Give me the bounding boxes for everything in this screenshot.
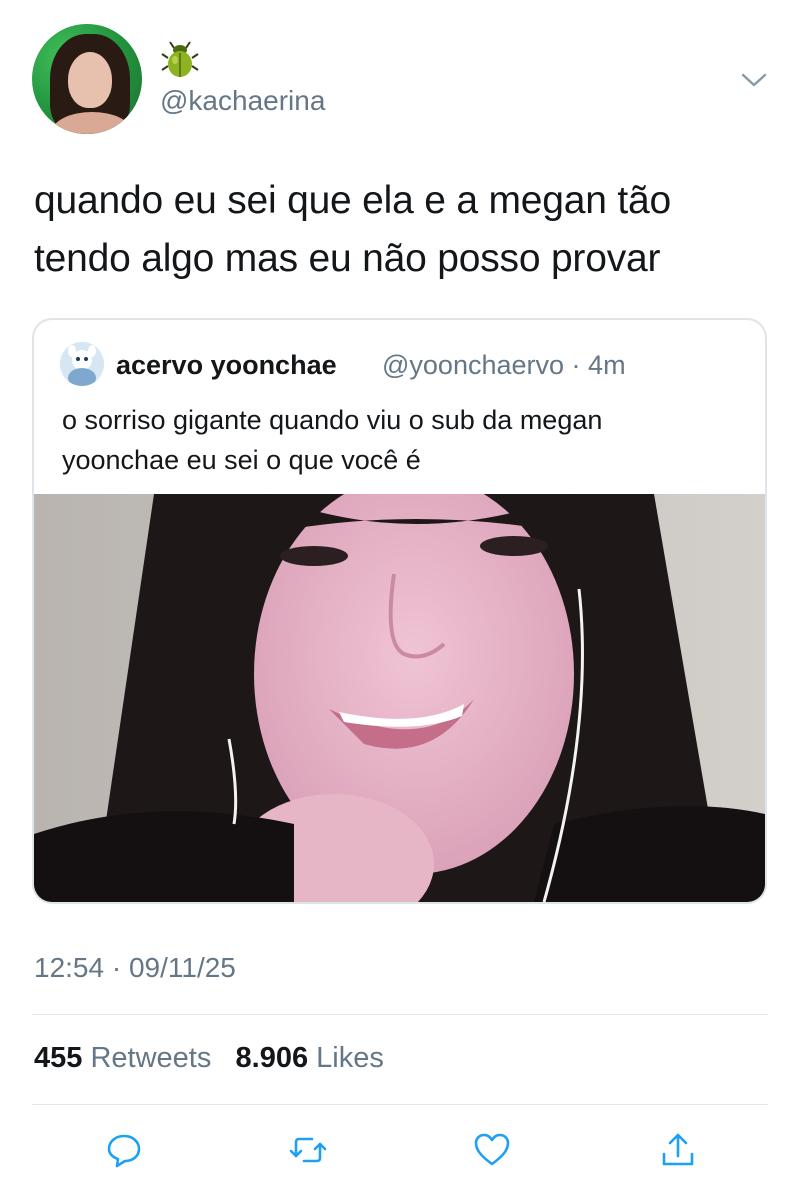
tweet-time: 12:54 bbox=[34, 952, 105, 983]
divider bbox=[32, 1014, 768, 1015]
likes-stat[interactable]: 8.906 Likes bbox=[236, 1042, 384, 1074]
separator-dot: · bbox=[111, 952, 122, 983]
quoted-avatar bbox=[60, 342, 104, 386]
retweet-icon[interactable] bbox=[288, 1130, 328, 1170]
retweets-count: 455 bbox=[34, 1042, 83, 1074]
quoted-text: o sorriso gigante quando viu o sub da me… bbox=[62, 400, 752, 480]
photo-illustration bbox=[34, 494, 765, 902]
author-avatar[interactable] bbox=[32, 24, 142, 134]
quoted-text-line: o sorriso gigante quando viu o sub da me… bbox=[62, 405, 603, 435]
share-icon[interactable] bbox=[658, 1130, 698, 1170]
tweet-timestamp: 12:54 · 09/11/25 bbox=[34, 952, 236, 984]
quoted-author-handle: @yoonchaervo bbox=[382, 350, 565, 380]
like-icon[interactable] bbox=[472, 1130, 512, 1170]
tweet-text: quando eu sei que ela e a megan tão tend… bbox=[34, 172, 774, 288]
avatar-face bbox=[68, 52, 112, 108]
divider bbox=[32, 1104, 768, 1105]
chevron-down-icon[interactable] bbox=[740, 70, 768, 90]
quoted-age: 4m bbox=[588, 350, 626, 380]
retweets-label: Retweets bbox=[90, 1042, 212, 1074]
separator-dot: · bbox=[571, 350, 581, 380]
tweet-text-line: quando eu sei que ela e a megan tão bbox=[34, 179, 672, 222]
tweet-stats: 455 Retweets 8.906 Likes bbox=[34, 1042, 384, 1075]
author-handle[interactable]: @kachaerina bbox=[160, 84, 325, 118]
likes-count: 8.906 bbox=[235, 1042, 309, 1074]
likes-label: Likes bbox=[316, 1042, 384, 1074]
quoted-text-line: yoonchae eu sei o que você é bbox=[62, 445, 421, 475]
tweet-date: 09/11/25 bbox=[128, 952, 236, 983]
retweets-stat[interactable]: 455 Retweets bbox=[34, 1042, 219, 1074]
beetle-icon bbox=[161, 41, 199, 77]
reply-icon[interactable] bbox=[104, 1130, 144, 1170]
quoted-author-name: acervo yoonchae bbox=[116, 350, 337, 380]
tweet-text-line: tendo algo mas eu não posso provar bbox=[34, 237, 661, 280]
quoted-tweet[interactable]: acervo yoonchae @yoonchaervo · 4m o sorr… bbox=[32, 318, 767, 904]
quoted-author-meta: @yoonchaervo · 4m bbox=[382, 350, 626, 381]
quoted-media-photo[interactable] bbox=[34, 494, 765, 902]
